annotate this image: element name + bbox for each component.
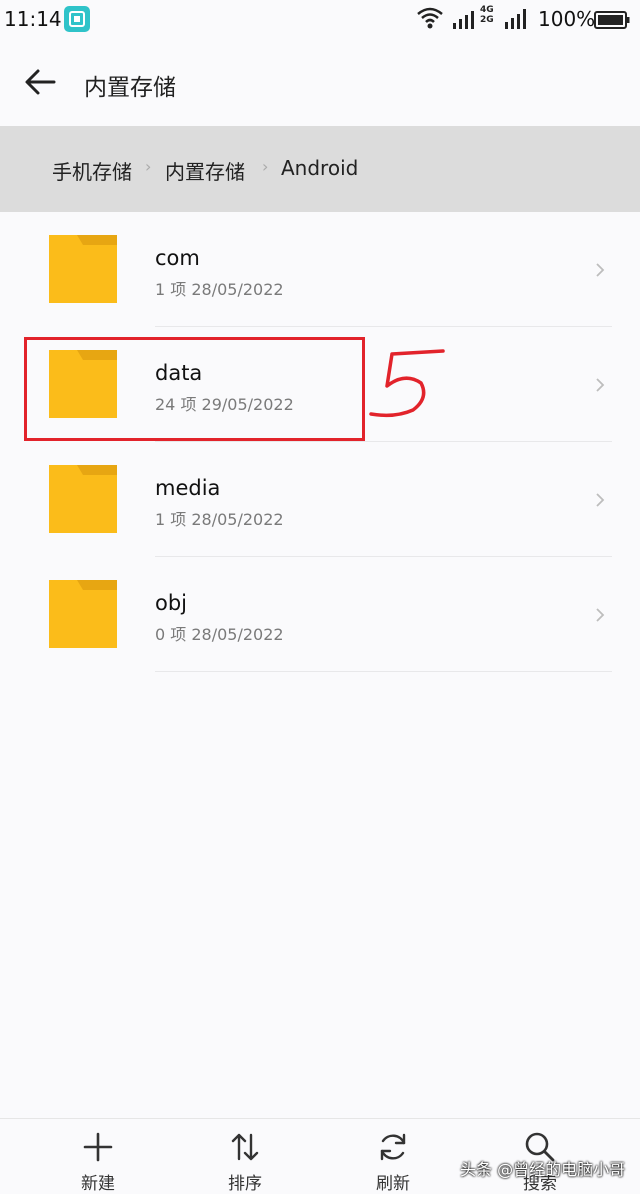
network-type: 4G 2G (480, 5, 494, 25)
folder-meta: 24 项 29/05/2022 (155, 395, 294, 414)
refresh-label: 刷新 (376, 1174, 410, 1194)
folder-meta: 0 项 28/05/2022 (155, 625, 284, 644)
breadcrumb: 手机存储 › 内置存储 › Android (0, 126, 640, 212)
wifi-icon (417, 7, 443, 29)
battery-icon (594, 11, 630, 29)
folder-row-media[interactable]: media 1 项 28/05/2022 (0, 442, 640, 557)
battery-percent: 100% (538, 7, 596, 31)
status-bar: 11:14 4G 2G 100% (0, 0, 640, 40)
sort-icon (231, 1133, 259, 1161)
plus-icon (83, 1132, 113, 1162)
folder-row-obj[interactable]: obj 0 项 28/05/2022 (0, 557, 640, 672)
watermark: 头条 @曾经的电脑小哥 (460, 1160, 626, 1179)
new-label: 新建 (81, 1174, 115, 1194)
breadcrumb-item-phone-storage[interactable]: 手机存储 (52, 156, 132, 185)
signal-icon-sim1 (453, 11, 474, 29)
folder-meta: 1 项 28/05/2022 (155, 280, 284, 299)
breadcrumb-separator-icon: › (145, 157, 152, 176)
status-time: 11:14 (4, 7, 62, 31)
folder-icon (49, 350, 117, 418)
divider (155, 671, 612, 672)
app-header: 内置存储 (0, 40, 640, 126)
chevron-right-icon (596, 493, 605, 507)
breadcrumb-item-android[interactable]: Android (281, 156, 358, 180)
folder-icon (49, 465, 117, 533)
folder-row-com[interactable]: com 1 项 28/05/2022 (0, 212, 640, 327)
refresh-button[interactable]: 刷新 (343, 1119, 443, 1194)
folder-row-data[interactable]: data 24 项 29/05/2022 (0, 327, 640, 442)
folder-meta: 1 项 28/05/2022 (155, 510, 284, 529)
folder-name: obj (155, 591, 188, 615)
breadcrumb-separator-icon: › (262, 157, 269, 176)
network-type-top: 4G (480, 5, 494, 15)
signal-icon-sim2 (505, 9, 526, 29)
folder-icon (49, 580, 117, 648)
back-arrow-icon[interactable] (20, 62, 60, 102)
chevron-right-icon (596, 263, 605, 277)
sort-label: 排序 (228, 1174, 262, 1194)
folder-name: data (155, 361, 203, 385)
breadcrumb-item-internal-storage[interactable]: 内置存储 (165, 156, 245, 185)
network-type-bottom: 2G (480, 15, 494, 25)
folder-icon (49, 235, 117, 303)
sort-button[interactable]: 排序 (195, 1119, 295, 1194)
folder-name: com (155, 246, 200, 270)
chevron-right-icon (596, 378, 605, 392)
folder-name: media (155, 476, 221, 500)
scanner-app-icon (64, 6, 90, 32)
handwritten-step-5-mark (369, 349, 445, 418)
refresh-icon (380, 1133, 406, 1161)
page-title: 内置存储 (84, 75, 176, 101)
new-button[interactable]: 新建 (48, 1119, 148, 1194)
chevron-right-icon (596, 608, 605, 622)
